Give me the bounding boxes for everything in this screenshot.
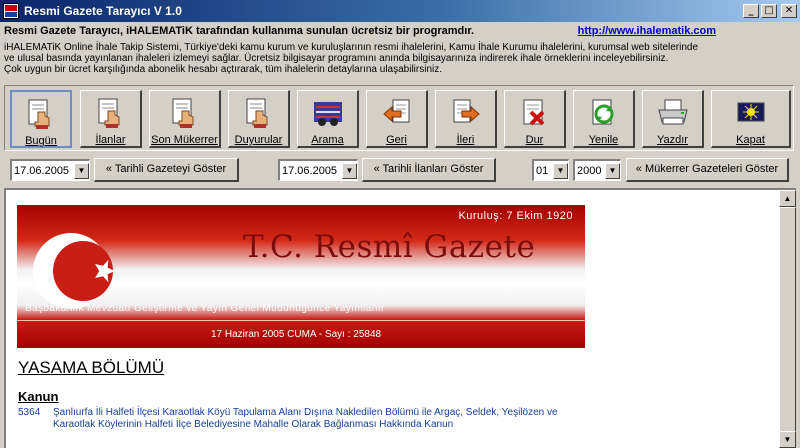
exit-button[interactable]: Kapat [711, 90, 791, 148]
year-value: 2000 [577, 164, 602, 177]
ads-date-select[interactable]: 17.06.2005 ▼ [278, 159, 358, 181]
scroll-up-button[interactable]: ▲ [779, 190, 796, 207]
month-value: 01 [536, 164, 549, 177]
print-button[interactable]: Yazdır [642, 90, 704, 148]
maximize-button[interactable]: □ [761, 4, 777, 18]
today-label: Bugün [25, 135, 57, 147]
announcements-button[interactable]: Duyurular [228, 90, 290, 148]
issue-date: 17 Haziran 2005 CUMA - Sayı : 25848 [211, 329, 382, 340]
today-button[interactable]: Bugün [10, 90, 72, 148]
chevron-down-icon[interactable]: ▼ [342, 162, 357, 179]
website-link[interactable]: http://www.ihalematik.com [578, 25, 716, 39]
close-button[interactable]: ✕ [781, 4, 797, 18]
info-line: iHALEMATiK Online İhale Takip Sistemi, T… [4, 42, 699, 53]
show-gazette-button[interactable]: « Tarihli Gazeteyi Göster [94, 158, 239, 182]
hand-pointer-icon [169, 97, 201, 129]
info-description: iHALEMATiK Online İhale Takip Sistemi, T… [4, 42, 796, 75]
chevron-down-icon[interactable]: ▼ [605, 162, 620, 179]
search-button[interactable]: Arama [297, 90, 359, 148]
forward-label: İleri [456, 134, 475, 146]
law-number: 5364 [18, 407, 41, 418]
info-line: Çok uygun bir ücret karşılığında aboneli… [4, 64, 443, 75]
title-bar: Resmi Gazete Tarayıcı V 1.0 _ □ ✕ [0, 0, 800, 22]
back-label: Geri [386, 134, 407, 146]
scroll-down-button[interactable]: ▼ [779, 431, 796, 448]
chevron-down-icon[interactable]: ▼ [553, 162, 568, 179]
forward-button[interactable]: İleri [435, 90, 497, 148]
exit-label: Kapat [736, 134, 765, 146]
forward-arrow-icon [450, 97, 482, 129]
search-glasses-icon [312, 97, 344, 129]
app-flag-icon [3, 3, 19, 19]
announcements-label: Duyurular [234, 134, 283, 146]
content-browser[interactable]: Kuruluş: 7 Ekim 1920 T.C. Resmî Gazete B… [4, 188, 796, 448]
refresh-button[interactable]: Yenile [573, 90, 635, 148]
stop-icon [519, 97, 551, 129]
back-button[interactable]: Geri [366, 90, 428, 148]
info-panel: Resmi Gazete Tarayıcı, iHALEMATiK tarafı… [0, 22, 800, 82]
gazette-date-value: 17.06.2005 [14, 164, 70, 177]
hand-pointer-icon [243, 97, 275, 129]
ads-date-value: 17.06.2005 [282, 164, 338, 177]
show-repeat-button[interactable]: « Mükerrer Gazeteleri Göster [626, 158, 789, 182]
refresh-icon [588, 97, 620, 129]
gazette-title: T.C. Resmî Gazete [243, 229, 536, 265]
search-label: Arama [311, 134, 344, 146]
show-ads-button[interactable]: « Tarihli İlanları Göster [362, 158, 496, 182]
last-repeat-button[interactable]: Son Mükerrer [149, 90, 221, 148]
main-toolbar: Bugün İlanlar Son Mükerrer Duyurular Ara… [4, 85, 794, 151]
stop-button[interactable]: Dur [504, 90, 566, 148]
hand-pointer-icon [95, 97, 127, 129]
printer-icon [657, 97, 689, 129]
info-line: ve ulusal basında yayınlanan ihaleleri i… [4, 53, 669, 64]
stop-label: Dur [525, 134, 544, 146]
section-title: YASAMA BÖLÜMÜ [18, 358, 165, 377]
date-controls: 17.06.2005 ▼ « Tarihli Gazeteyi Göster 1… [0, 157, 800, 183]
ads-label: İlanlar [95, 134, 126, 146]
year-select[interactable]: 2000 ▼ [573, 159, 621, 181]
minimize-button[interactable]: _ [743, 4, 759, 18]
law-heading: Kanun [18, 389, 59, 404]
law-entry-link[interactable]: 5364 Şanlıurfa İli Halfeti İlçesi Karaot… [18, 407, 593, 431]
law-title[interactable]: Şanlıurfa İli Halfeti İlçesi Karaotlak K… [53, 407, 593, 431]
info-headline: Resmi Gazete Tarayıcı, iHALEMATiK tarafı… [4, 25, 475, 37]
chevron-down-icon[interactable]: ▼ [74, 162, 89, 179]
back-arrow-icon [381, 97, 413, 129]
founded-text: Kuruluş: 7 Ekim 1920 [458, 210, 573, 222]
month-select[interactable]: 01 ▼ [532, 159, 569, 181]
hand-pointer-icon [25, 98, 57, 130]
close-window-icon [735, 97, 767, 129]
refresh-label: Yenile [588, 134, 619, 146]
window-title: Resmi Gazete Tarayıcı V 1.0 [24, 4, 182, 18]
ads-button[interactable]: İlanlar [80, 90, 142, 148]
vertical-scrollbar[interactable]: ▲ ▼ [779, 190, 796, 448]
banner-divider [17, 320, 585, 321]
last-repeat-label: Son Mükerrer [151, 134, 218, 146]
gazette-date-select[interactable]: 17.06.2005 ▼ [10, 159, 90, 181]
gazette-banner: Kuruluş: 7 Ekim 1920 T.C. Resmî Gazete B… [17, 205, 585, 348]
print-label: Yazdır [657, 134, 688, 146]
gazette-subtitle: Başbakanlık Mevzuatı Geliştirme ve Yayın… [25, 303, 385, 314]
scroll-thumb[interactable] [779, 207, 796, 432]
